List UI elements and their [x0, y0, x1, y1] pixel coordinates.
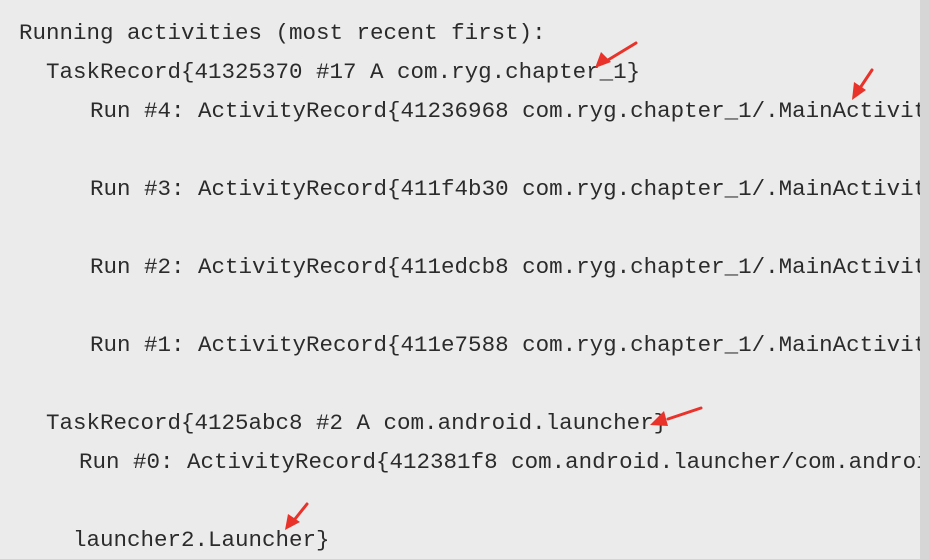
annotation-arrow-icon — [852, 68, 874, 100]
activity-record-run2: Run #2: ActivityRecord{411edcb8 com.ryg.… — [90, 254, 928, 280]
task-record-chapter1: TaskRecord{41325370 #17 A com.ryg.chapte… — [46, 59, 641, 85]
activity-record-run4: Run #4: ActivityRecord{41236968 com.ryg.… — [90, 98, 928, 124]
activity-record-run1: Run #1: ActivityRecord{411e7588 com.ryg.… — [90, 332, 928, 358]
vertical-scrollbar[interactable] — [920, 0, 929, 559]
running-activities-header: Running activities (most recent first): — [19, 20, 546, 46]
activity-record-run3: Run #3: ActivityRecord{411f4b30 com.ryg.… — [90, 176, 928, 202]
activity-record-run0: Run #0: ActivityRecord{412381f8 com.andr… — [79, 449, 929, 475]
activity-record-run0-continuation: launcher2.Launcher} — [73, 527, 330, 553]
task-record-launcher: TaskRecord{4125abc8 #2 A com.android.lau… — [46, 410, 668, 436]
